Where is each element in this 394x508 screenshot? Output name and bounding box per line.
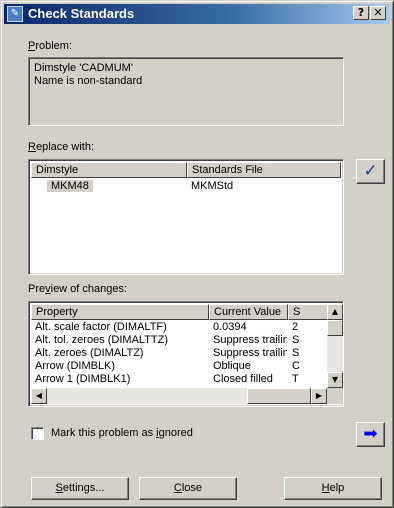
check-standards-dialog: ✎ Check Standards ? ✕ Problem: Dimstyle … xyxy=(0,0,394,508)
preview-viewport: Property Current Value S Alt. scale fact… xyxy=(31,304,327,388)
replace-with-label: Replace with: xyxy=(28,141,95,153)
help-title-button[interactable]: ? xyxy=(353,6,369,20)
current-value-cell: Oblique xyxy=(213,360,251,372)
arrow-right-icon: ➡ xyxy=(363,424,378,444)
table-row[interactable]: Alt. zeroes (DIMALTZ) Suppress trailing.… xyxy=(31,347,327,360)
vertical-scroll-thumb[interactable] xyxy=(327,320,343,336)
property-cell: Arrow 1 (DIMBLK1) xyxy=(35,373,131,385)
replacement-list[interactable]: Dimstyle Standards File MKM48 MKMStd xyxy=(28,159,344,275)
checkmark-icon: ✓ xyxy=(363,161,378,181)
close-title-button[interactable]: ✕ xyxy=(370,6,386,20)
scroll-left-button[interactable]: ◀ xyxy=(31,388,47,404)
current-value-cell: Suppress trailing... xyxy=(213,347,287,359)
property-cell: Arrow (DIMBLK) xyxy=(35,360,116,372)
table-row[interactable]: Arrow 1 (DIMBLK1) Closed filled T xyxy=(31,373,327,386)
property-cell: Alt. tol. zeroes (DIMALTTZ) xyxy=(35,334,169,346)
settings-button[interactable]: Settings... xyxy=(31,477,129,500)
column-header-current-value[interactable]: Current Value xyxy=(209,304,288,320)
ignore-checkbox-box[interactable] xyxy=(31,427,44,440)
preview-label: Preview of changes: xyxy=(28,283,128,295)
current-value-cell: 0.0394 xyxy=(213,321,247,333)
ignore-problem-checkbox[interactable]: Mark this problem as ignored xyxy=(31,426,231,442)
dimstyle-cell: MKM48 xyxy=(47,180,93,192)
property-cell: Alt. scale factor (DIMALTF) xyxy=(35,321,167,333)
column-header-standards-file[interactable]: Standards File xyxy=(187,162,341,178)
ignore-checkbox-label: Mark this problem as ignored xyxy=(51,427,193,439)
scroll-right-button[interactable]: ▶ xyxy=(311,388,327,404)
app-icon: ✎ xyxy=(7,6,23,22)
window-title: Check Standards xyxy=(28,6,135,21)
next-problem-button[interactable]: ➡ xyxy=(356,422,385,447)
scroll-up-button[interactable]: ▲ xyxy=(327,304,343,320)
table-row[interactable]: Arrow (DIMBLK) Oblique C xyxy=(31,360,327,373)
problem-line: Dimstyle 'CADMUM' xyxy=(34,62,133,74)
help-button[interactable]: Help xyxy=(284,477,382,500)
column-header-property[interactable]: Property xyxy=(31,304,209,320)
standard-value-cell: S xyxy=(292,347,300,359)
problem-line: Name is non-standard xyxy=(34,75,143,87)
standard-value-cell: T xyxy=(292,373,299,385)
standard-value-cell: C xyxy=(292,360,300,372)
standard-value-cell: S xyxy=(292,334,300,346)
table-row[interactable]: Alt. scale factor (DIMALTF) 0.0394 2 xyxy=(31,321,327,334)
title-bar[interactable]: ✎ Check Standards ? ✕ xyxy=(4,4,390,24)
scroll-down-button[interactable]: ▼ xyxy=(327,372,343,388)
standards-file-cell: MKMStd xyxy=(191,180,234,192)
column-header-standard-value[interactable]: S xyxy=(288,304,327,320)
column-header-dimstyle[interactable]: Dimstyle xyxy=(31,162,187,178)
horizontal-scroll-thumb[interactable] xyxy=(247,388,311,404)
close-button[interactable]: Close xyxy=(139,477,237,500)
table-row[interactable]: Alt. tol. zeroes (DIMALTTZ) Suppress tra… xyxy=(31,334,327,347)
current-value-cell: Closed filled xyxy=(213,373,273,385)
preview-list[interactable]: Property Current Value S Alt. scale fact… xyxy=(28,301,344,407)
property-cell: Alt. zeroes (DIMALTZ) xyxy=(35,347,144,359)
fix-button[interactable]: ✓ xyxy=(356,159,385,184)
scrollbar-corner xyxy=(327,388,343,404)
problem-description-box: Dimstyle 'CADMUM' Name is non-standard xyxy=(28,57,344,126)
list-item[interactable]: MKM48 MKMStd xyxy=(31,179,341,194)
standard-value-cell: 2 xyxy=(292,321,299,333)
problem-label: Problem: xyxy=(28,40,73,52)
current-value-cell: Suppress trailing... xyxy=(213,334,287,346)
